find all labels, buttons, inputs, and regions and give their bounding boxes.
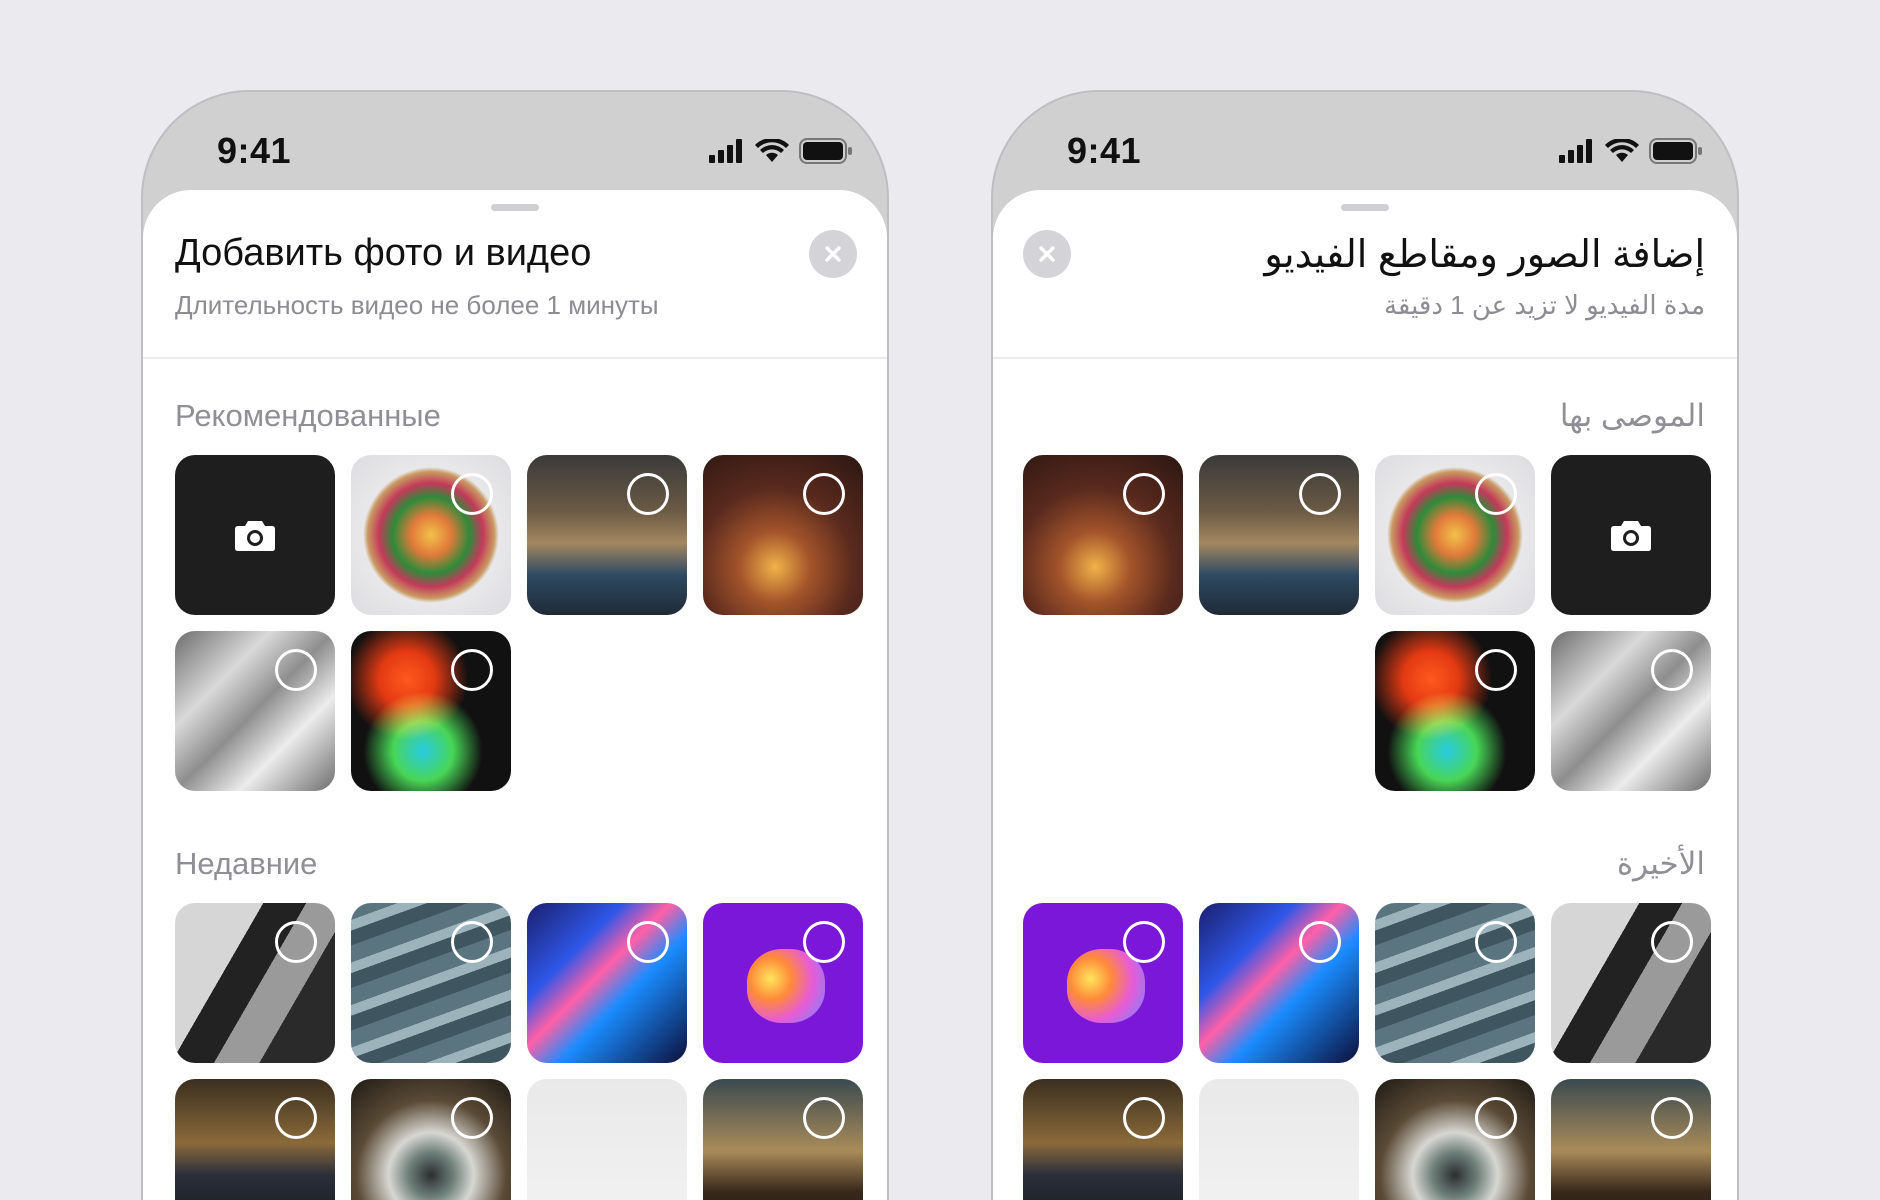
section-title-recent: الأخيرة	[1616, 846, 1705, 881]
selection-circle-icon[interactable]	[627, 921, 669, 963]
media-tile-purple-3d[interactable]	[703, 903, 863, 1063]
close-button[interactable]	[1023, 230, 1071, 278]
status-time: 9:41	[217, 130, 292, 171]
media-picker-sheet: Добавить фото и видео Длительность видео…	[143, 190, 887, 1200]
phone-frame-russian: 9:41 Добавить фото и видео Длительность …	[141, 90, 889, 1200]
media-tile-feather[interactable]	[175, 631, 335, 791]
camera-capture-tile[interactable]	[1551, 455, 1711, 615]
close-icon	[1039, 246, 1055, 262]
selection-circle-icon[interactable]	[451, 649, 493, 691]
media-tile-restaurant[interactable]	[1199, 455, 1359, 615]
media-tile-neon[interactable]	[1199, 903, 1359, 1063]
close-icon	[825, 246, 841, 262]
wifi-icon	[1605, 139, 1639, 162]
selection-circle-icon[interactable]	[451, 473, 493, 515]
media-tile-geometric[interactable]	[175, 903, 335, 1063]
selection-circle-icon[interactable]	[1651, 921, 1693, 963]
media-tile-steps[interactable]	[351, 903, 511, 1063]
wifi-icon	[755, 139, 789, 162]
media-tile-dark-restaurant[interactable]	[175, 1079, 335, 1200]
media-tile-restaurant[interactable]	[527, 455, 687, 615]
sheet-title: إضافة الصور ومقاطع الفيديو	[1264, 234, 1705, 276]
selection-circle-icon[interactable]	[451, 921, 493, 963]
media-tile-plate[interactable]	[351, 1079, 511, 1200]
media-tile-blurred[interactable]	[527, 1079, 687, 1200]
section-title-recent: Недавние	[175, 846, 318, 881]
sheet-grabber[interactable]	[491, 204, 539, 211]
sheet-title: Добавить фото и видео	[175, 232, 592, 274]
selection-circle-icon[interactable]	[1123, 921, 1165, 963]
media-tile-restaurant-warm[interactable]	[703, 455, 863, 615]
selection-circle-icon[interactable]	[627, 473, 669, 515]
media-tile-fluid-art[interactable]	[1375, 631, 1535, 791]
media-tile-blurred[interactable]	[1199, 1079, 1359, 1200]
sheet-subtitle: Длительность видео не более 1 минуты	[175, 290, 659, 320]
camera-icon	[235, 521, 275, 551]
cellular-signal-icon	[709, 139, 742, 163]
selection-circle-icon[interactable]	[1475, 921, 1517, 963]
battery-icon	[799, 138, 852, 164]
sheet-subtitle: مدة الفيديو لا تزيد عن 1 دقيقة	[1383, 290, 1705, 320]
media-tile-feather[interactable]	[1551, 631, 1711, 791]
media-tile-dark-restaurant[interactable]	[1023, 1079, 1183, 1200]
media-tile-purple-3d[interactable]	[1023, 903, 1183, 1063]
status-icons	[709, 138, 853, 164]
media-tile-salad[interactable]	[351, 455, 511, 615]
selection-circle-icon[interactable]	[803, 473, 845, 515]
header-divider	[993, 357, 1737, 359]
battery-icon	[1649, 138, 1702, 164]
selection-circle-icon[interactable]	[803, 1097, 845, 1139]
media-tile-restaurant-warm[interactable]	[1023, 455, 1183, 615]
selection-circle-icon[interactable]	[275, 649, 317, 691]
cellular-signal-icon	[1559, 139, 1592, 163]
selection-circle-icon[interactable]	[1299, 921, 1341, 963]
selection-circle-icon[interactable]	[1475, 473, 1517, 515]
selection-circle-icon[interactable]	[275, 1097, 317, 1139]
selection-circle-icon[interactable]	[1651, 649, 1693, 691]
phone-frame-arabic: 9:41 إضافة الصور ومقاطع الفيديو مدة الفي…	[991, 90, 1739, 1200]
media-tile-fluid-art[interactable]	[351, 631, 511, 791]
media-tile-steps[interactable]	[1375, 903, 1535, 1063]
selection-circle-icon[interactable]	[803, 921, 845, 963]
media-tile-plate[interactable]	[1375, 1079, 1535, 1200]
section-title-recommended: الموصى بها	[1559, 398, 1705, 433]
selection-circle-icon[interactable]	[1475, 649, 1517, 691]
camera-capture-tile[interactable]	[175, 455, 335, 615]
status-time: 9:41	[1067, 130, 1142, 171]
media-picker-sheet: إضافة الصور ومقاطع الفيديو مدة الفيديو ل…	[993, 190, 1737, 1200]
selection-circle-icon[interactable]	[1123, 473, 1165, 515]
selection-circle-icon[interactable]	[1299, 473, 1341, 515]
selection-circle-icon[interactable]	[451, 1097, 493, 1139]
camera-icon	[1611, 521, 1651, 551]
media-tile-bar[interactable]	[1551, 1079, 1711, 1200]
media-tile-salad[interactable]	[1375, 455, 1535, 615]
close-button[interactable]	[809, 230, 857, 278]
media-tile-geometric[interactable]	[1551, 903, 1711, 1063]
media-tile-neon[interactable]	[527, 903, 687, 1063]
section-title-recommended: Рекомендованные	[175, 398, 441, 433]
header-divider	[143, 357, 887, 359]
status-icons	[1559, 138, 1703, 164]
selection-circle-icon[interactable]	[1651, 1097, 1693, 1139]
selection-circle-icon[interactable]	[275, 921, 317, 963]
selection-circle-icon[interactable]	[1475, 1097, 1517, 1139]
selection-circle-icon[interactable]	[1123, 1097, 1165, 1139]
media-tile-bar[interactable]	[703, 1079, 863, 1200]
sheet-grabber[interactable]	[1341, 204, 1389, 211]
